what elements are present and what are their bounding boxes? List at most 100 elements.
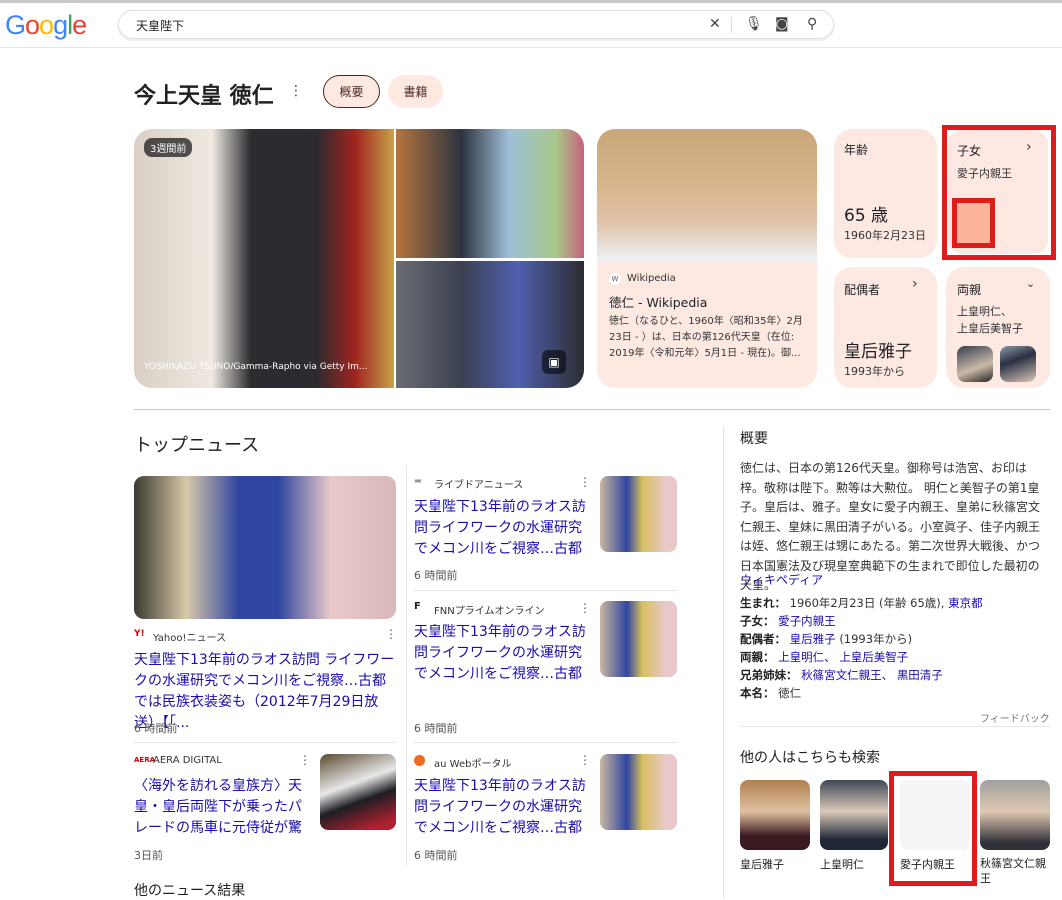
fnn-logo-icon: F — [414, 601, 421, 612]
portrait-photo — [597, 129, 817, 261]
person-name[interactable]: 上皇明仁 — [820, 856, 864, 872]
news-image[interactable] — [134, 476, 396, 619]
card-label: 年齢 — [844, 143, 869, 157]
person-photo[interactable] — [980, 780, 1050, 850]
parent-name: 上皇后美智子 — [957, 322, 1023, 335]
news-thumbnail[interactable] — [320, 754, 396, 830]
chevron-right-icon: › — [912, 276, 918, 292]
mic-icon[interactable]: 🎙 — [745, 16, 763, 32]
divider — [740, 726, 1050, 727]
more-vert-icon[interactable]: ⋮ — [385, 627, 397, 641]
aera-logo-icon: AERA — [134, 756, 156, 764]
fact-value: (1993年から) — [839, 632, 913, 646]
person-photo-placeholder[interactable] — [900, 780, 970, 850]
fact-label: 生まれ： — [740, 596, 786, 610]
section-divider — [134, 409, 1050, 410]
spouse-card[interactable]: 配偶者 › 皇后雅子 1993年から — [834, 267, 937, 388]
search-input[interactable]: 天皇陛下 — [136, 17, 184, 34]
tab-overview[interactable]: 概要 — [323, 75, 380, 108]
fact-label: 兄弟姉妹： — [740, 668, 798, 682]
wiki-title[interactable]: 徳仁 - Wikipedia — [609, 292, 707, 311]
birthplace-link[interactable]: 東京都 — [948, 596, 983, 610]
chevron-down-icon[interactable]: ⌄ — [1026, 277, 1035, 290]
yahoo-logo-icon: Y! — [134, 629, 145, 639]
parent-link[interactable]: 上皇明仁、 — [778, 650, 836, 664]
more-news-heading[interactable]: 他のニュース結果 — [134, 880, 245, 900]
parent-photo[interactable] — [957, 346, 993, 382]
person-name[interactable]: 愛子内親王 — [900, 856, 955, 872]
search-icon[interactable]: ⚲ — [807, 16, 817, 32]
overview-heading: 概要 — [740, 431, 768, 447]
fact-spouse: 配偶者： 皇后雅子 (1993年から) — [740, 631, 912, 647]
news-title[interactable]: 天皇陛下13年前のラオス訪問ライフワークの水運研究でメコン川をご視察…古都では.… — [414, 497, 594, 560]
child-link[interactable]: 愛子内親王 — [778, 614, 836, 628]
spouse-link[interactable]: 皇后雅子 — [790, 632, 836, 646]
more-vert-icon[interactable]: ⋮ — [299, 753, 311, 767]
parent-link[interactable]: 上皇后美智子 — [839, 650, 908, 664]
child-name: 愛子内親王 — [957, 167, 1012, 180]
person-name[interactable]: 秋篠宮文仁親王 — [980, 856, 1050, 886]
fact-label: 配偶者： — [740, 632, 786, 646]
person-photo[interactable] — [740, 780, 810, 850]
search-box[interactable]: 天皇陛下 ✕ 🎙 ◙ ⚲ — [118, 10, 834, 39]
fact-born: 生まれ： 1960年2月23日 (年齢 65歳), 東京都 — [740, 595, 983, 611]
fact-value: 徳仁 — [778, 686, 802, 700]
parent-photo[interactable] — [1000, 346, 1036, 382]
news-time: 6 時間前 — [414, 722, 458, 735]
news-time: 3日前 — [134, 849, 163, 862]
news-time: 6 時間前 — [414, 849, 458, 862]
news-thumbnail[interactable] — [600, 601, 677, 677]
wikipedia-card[interactable]: W Wikipedia 徳仁 - Wikipedia 徳仁（なるひと、1960年… — [597, 129, 817, 388]
sibling-link[interactable]: 黒田清子 — [897, 668, 943, 682]
news-source: AERA DIGITAL — [153, 755, 222, 766]
parents-card[interactable]: 両親 ⌄ 上皇明仁、 上皇后美智子 — [946, 267, 1050, 388]
news-source: Yahoo!ニュース — [153, 633, 226, 644]
more-vert-icon[interactable]: ⋮ — [579, 475, 591, 489]
main-photo[interactable] — [134, 129, 394, 388]
feedback-link[interactable]: フィードバック — [980, 710, 1050, 725]
more-options-icon[interactable]: ⋮ — [289, 83, 303, 99]
news-thumbnail[interactable] — [600, 476, 677, 552]
tab-books[interactable]: 書籍 — [388, 75, 443, 108]
wikipedia-link[interactable]: ウィキペディア — [740, 571, 823, 588]
row-divider — [414, 742, 677, 743]
news-title[interactable]: 天皇陛下13年前のラオス訪問ライフワークの水運研究でメコン川をご視察…古都では.… — [414, 622, 594, 685]
row-divider — [414, 590, 677, 591]
lens-icon[interactable]: ◙ — [775, 16, 789, 32]
fact-label: 両親： — [740, 650, 775, 664]
image-gallery[interactable]: 3週間前 YOSHIKAZU TSUNO/Gamma-Rapho via Get… — [134, 129, 584, 388]
more-vert-icon[interactable]: ⋮ — [579, 601, 591, 615]
source-name: Wikipedia — [627, 273, 676, 284]
sibling-link[interactable]: 秋篠宮文仁親王、 — [801, 668, 893, 682]
news-time: 6 時間前 — [414, 569, 458, 582]
livedoor-icon: ▬ — [414, 476, 422, 485]
fact-label: 子女： — [740, 614, 775, 628]
news-thumbnail[interactable] — [600, 754, 677, 830]
child-photo-placeholder[interactable] — [952, 198, 995, 248]
top-border — [0, 0, 1062, 3]
chevron-right-icon: › — [1026, 139, 1032, 155]
card-label: 配偶者 — [844, 283, 881, 297]
person-name[interactable]: 皇后雅子 — [740, 856, 784, 872]
news-title[interactable]: 天皇陛下13年前のラオス訪問ライフワークの水運研究でメコン川をご視察…古都では.… — [414, 776, 594, 839]
column-divider — [406, 466, 407, 866]
more-vert-icon[interactable]: ⋮ — [579, 753, 591, 767]
couple-photo[interactable] — [396, 129, 584, 258]
close-icon[interactable]: ✕ — [709, 16, 721, 32]
photo-credit: YOSHIKAZU TSUNO/Gamma-Rapho via Getty Im… — [144, 362, 368, 372]
fact-realname: 本名： 徳仁 — [740, 685, 801, 701]
parent-name: 上皇明仁、 — [957, 305, 1012, 318]
panel-divider — [723, 426, 724, 898]
fact-siblings: 兄弟姉妹： 秋篠宮文仁親王、 黒田清子 — [740, 667, 943, 683]
fact-label: 本名： — [740, 686, 775, 700]
person-photo[interactable] — [820, 780, 888, 850]
fact-value: 1960年2月23日 (年齢 65歳), — [789, 596, 945, 610]
news-title[interactable]: 〈海外を訪れる皇族方〉天皇・皇后両陛下が乗ったパレードの馬車に元侍従が驚い... — [134, 776, 308, 839]
time-badge: 3週間前 — [144, 138, 193, 157]
birth-date: 1960年2月23日 — [844, 229, 926, 242]
image-icon[interactable]: ▣ — [542, 350, 566, 374]
google-logo[interactable]: Google — [5, 10, 87, 41]
fact-children: 子女： 愛子内親王 — [740, 613, 836, 629]
fact-parents: 両親： 上皇明仁、 上皇后美智子 — [740, 649, 908, 665]
spouse-since: 1993年から — [844, 365, 905, 378]
